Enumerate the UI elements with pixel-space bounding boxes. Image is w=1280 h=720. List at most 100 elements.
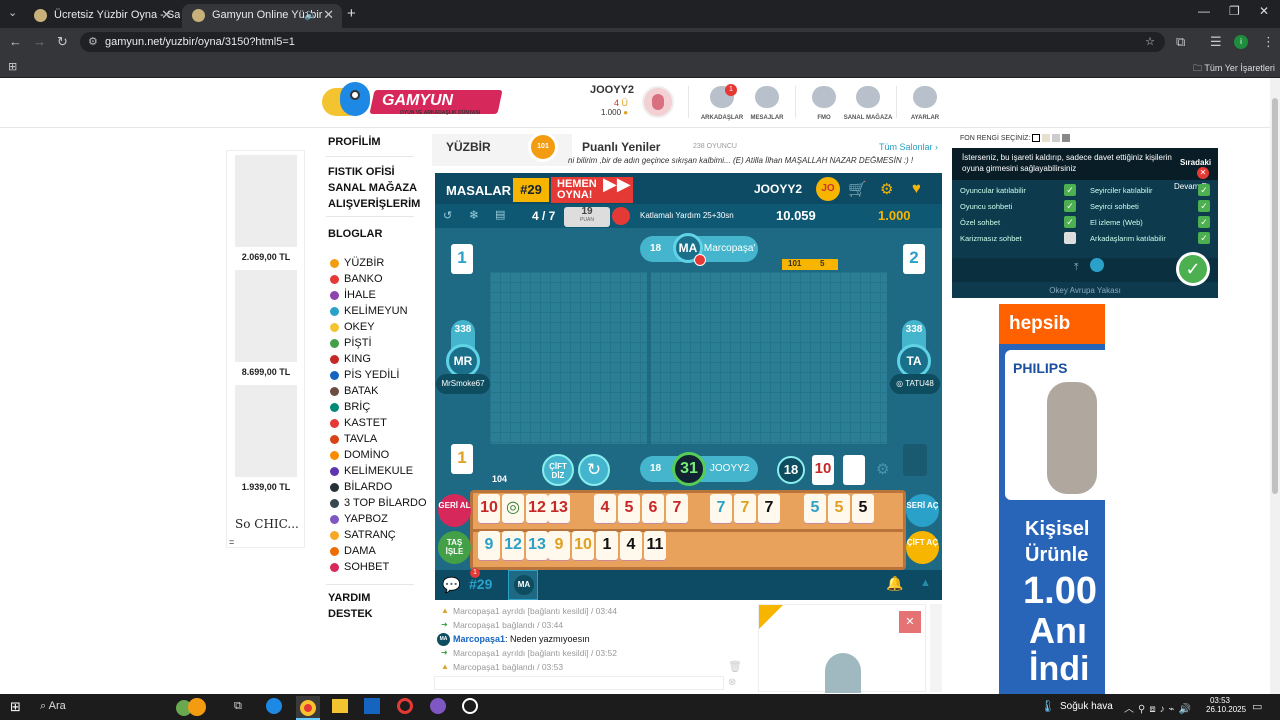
app-icon[interactable] <box>462 698 478 714</box>
nav-support[interactable]: DESTEK <box>328 608 373 620</box>
setting-checkbox[interactable]: ✓ <box>1064 200 1076 212</box>
clock[interactable]: 03:53 26.10.2025 <box>1206 696 1246 714</box>
rack-tile[interactable]: 10 <box>478 494 500 523</box>
bookmark-star-icon[interactable]: ☆ <box>1145 32 1155 52</box>
open-series-button[interactable]: SERİ AÇ <box>906 494 939 527</box>
gear-icon[interactable]: ⚙ <box>880 180 893 198</box>
open-pairs-button[interactable]: ÇİFT AÇ <box>906 531 939 564</box>
setting-checkbox[interactable]: ✓ <box>1198 232 1210 244</box>
discard-slot[interactable] <box>903 444 927 476</box>
apps-icon[interactable]: ⊞ <box>8 60 17 73</box>
gamyun-logo[interactable]: GAMYUN OYUN VE ARKADAŞLIK DÜNYASI <box>322 82 503 120</box>
speaker-icon[interactable]: 🔈 <box>304 4 318 26</box>
nav-game-item[interactable]: KELİMEYUN <box>344 305 408 317</box>
outlook-icon[interactable] <box>364 698 380 714</box>
tab-gamyun-online[interactable]: Gamyun Online Yüzbir 🔈 ✕ <box>182 4 342 28</box>
product-price[interactable]: 1.939,00 TL <box>227 482 305 492</box>
product-price[interactable]: 8.699,00 TL <box>227 367 305 377</box>
discard-tile-top-left[interactable]: 1 <box>451 244 473 274</box>
nav-game-item[interactable]: TAVLA <box>344 433 377 445</box>
necklace-image[interactable] <box>235 155 297 247</box>
task-view-icon[interactable]: ⧉ <box>234 700 242 713</box>
rack-tile[interactable]: 13 <box>548 494 570 523</box>
rack-tile[interactable]: 1 <box>596 531 618 560</box>
app-icon[interactable] <box>430 698 446 714</box>
nav-game-item[interactable]: KELİMEKULE <box>344 465 413 477</box>
nav-game-item[interactable]: KASTET <box>344 417 387 429</box>
nav-game-item[interactable]: YÜZBİR <box>344 257 384 269</box>
earring-image[interactable] <box>235 385 297 477</box>
rack-tile[interactable]: 5 <box>804 494 826 523</box>
nav-game-item[interactable]: SOHBET <box>344 561 389 573</box>
rack-tile[interactable]: 5 <box>828 494 850 523</box>
process-tile-button[interactable]: TAŞ İŞLE <box>438 531 471 564</box>
nav-game-item[interactable]: OKEY <box>344 321 375 333</box>
fruit-widget-icon[interactable] <box>176 698 206 716</box>
rack-tile[interactable]: 7 <box>758 494 780 523</box>
opponent-avatar-left[interactable]: MR <box>446 344 480 378</box>
tables-button[interactable]: MASALAR <box>446 183 511 198</box>
rack-tile[interactable]: 9 <box>548 531 570 560</box>
nav-game-item[interactable]: DAMA <box>344 545 376 557</box>
nav-game-item[interactable]: KING <box>344 353 371 365</box>
nav-fistik-ofisi[interactable]: FISTIK OFİSİ <box>328 166 395 178</box>
profile-avatar[interactable]: i <box>1234 35 1248 49</box>
tab-search-icon[interactable]: ⌄ <box>8 6 17 19</box>
earring-image[interactable] <box>235 270 297 362</box>
clipboard-icon[interactable]: ▤ <box>495 208 505 221</box>
rack-tile[interactable]: 4 <box>620 531 642 560</box>
color-swatch-light-gray[interactable] <box>1052 134 1061 142</box>
virtual-shop-button[interactable]: SANAL MAĞAZA <box>843 86 893 121</box>
chat-tab-table[interactable]: #29 <box>469 576 492 592</box>
nav-game-item[interactable]: BİLARDO <box>344 481 392 493</box>
chat-input[interactable] <box>434 676 724 690</box>
nav-game-item[interactable]: İHALE <box>344 289 376 301</box>
setting-checkbox[interactable] <box>1064 232 1076 244</box>
tray-icons[interactable]: ︿⚲⧈♪⌁🔊 <box>1124 700 1195 715</box>
discard-tile-top-right[interactable]: 2 <box>903 244 925 274</box>
hepsiburada-ad[interactable]: hepsib PHILIPS Kişisel Ürünle 1.00 Anı İ… <box>999 304 1105 694</box>
file-explorer-icon[interactable] <box>332 699 348 713</box>
tip-next[interactable]: Sıradaki <box>1180 158 1211 167</box>
setting-checkbox[interactable]: ✓ <box>1064 216 1076 228</box>
nav-virtual-shop[interactable]: SANAL MAĞAZA <box>328 182 417 194</box>
weather-icon[interactable]: 🌡 <box>1040 699 1055 713</box>
page-scrollbar[interactable] <box>1270 78 1280 694</box>
nav-game-item[interactable]: DOMİNO <box>344 449 389 461</box>
reading-list-icon[interactable]: ☰ <box>1210 34 1222 50</box>
product-price[interactable]: 2.069,00 TL <box>227 252 305 262</box>
rack-tile[interactable]: 7 <box>666 494 688 523</box>
ad-choices-icon[interactable]: = <box>229 537 234 547</box>
address-bar[interactable]: ⚙ gamyun.net/yuzbir/oyna/3150?html5=1 ☆ <box>80 32 1165 52</box>
rack-tile[interactable]: 9 <box>478 531 500 560</box>
maximize-icon[interactable]: ❐ <box>1229 4 1240 18</box>
header-username[interactable]: JOOYY2 <box>590 84 634 96</box>
tab-yuzbir-list[interactable]: Ücretsiz Yüzbir Oyna - Salon Lis ✕ <box>24 4 180 28</box>
rack-tile[interactable]: 12 <box>502 531 524 560</box>
fmo-button[interactable]: FMO <box>799 86 849 121</box>
nav-game-item[interactable]: BRİÇ <box>344 401 370 413</box>
setting-checkbox[interactable]: ✓ <box>1064 184 1076 196</box>
rack-tile[interactable]: 13 <box>526 531 548 560</box>
notifications-icon[interactable]: ▭ <box>1252 700 1262 713</box>
color-swatch-gray[interactable] <box>1062 134 1071 142</box>
rack-tile[interactable]: 12 <box>526 494 548 523</box>
rack-tile[interactable]: 7 <box>710 494 732 523</box>
sort-series-button[interactable]: ↻ <box>578 454 610 486</box>
nav-shopping[interactable]: ALIŞVERİŞLERİM <box>328 198 420 210</box>
close-window-icon[interactable]: ✕ <box>1259 4 1269 18</box>
messages-button[interactable]: MESAJLAR <box>742 86 792 121</box>
chat-avatar[interactable]: MA <box>437 633 450 646</box>
rack-tile[interactable]: 4 <box>594 494 616 523</box>
upload-icon[interactable]: ⤒ <box>1074 262 1078 273</box>
rack-tile[interactable]: 5 <box>618 494 640 523</box>
brand-logo[interactable]: So CHIC... <box>235 517 299 531</box>
all-bookmarks[interactable]: 🗀 Tüm Yer İşaretleri <box>1193 61 1275 77</box>
rack-tile[interactable]: 10 <box>572 531 594 560</box>
edge-icon[interactable] <box>266 698 282 714</box>
menu-icon[interactable]: ⋮ <box>1262 34 1275 50</box>
weather-text[interactable]: Soğuk hava <box>1060 701 1113 712</box>
bell-icon[interactable]: 🔔 <box>886 575 903 592</box>
snowflake-icon[interactable] <box>1090 258 1104 272</box>
nav-game-item[interactable]: SATRANÇ <box>344 529 396 541</box>
